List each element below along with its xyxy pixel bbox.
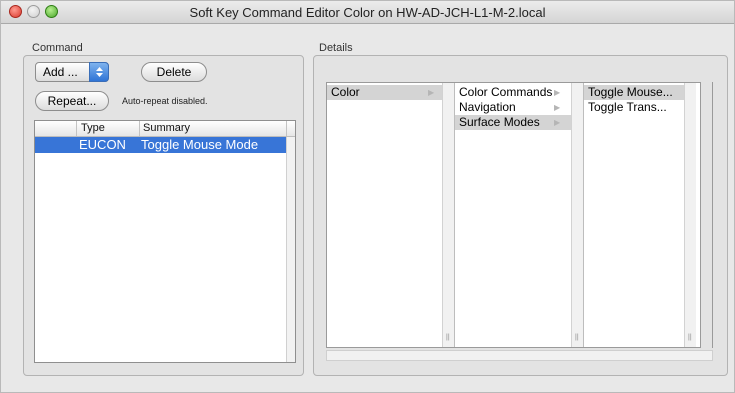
- column-divider: [139, 121, 140, 136]
- column-divider: [286, 121, 287, 136]
- column-header-type[interactable]: Type: [81, 122, 105, 134]
- disclosure-arrow-icon: ▶: [554, 103, 561, 112]
- column-scrollbar[interactable]: ||: [442, 83, 454, 347]
- browser-right-border: [712, 82, 713, 348]
- popup-arrows-icon: [89, 62, 109, 82]
- browser-column-3: Toggle Mouse... Toggle Trans... ||: [584, 83, 700, 347]
- row-summary: Toggle Mouse Mode: [141, 137, 259, 152]
- browser-item-toggle-trans[interactable]: Toggle Trans...: [584, 100, 684, 115]
- browser-horizontal-scrollbar[interactable]: [326, 350, 713, 361]
- column-divider: [76, 121, 77, 136]
- resize-grip-icon[interactable]: ||: [446, 334, 450, 341]
- table-row[interactable]: EUCON Toggle Mouse Mode: [35, 137, 287, 153]
- resize-grip-icon[interactable]: ||: [575, 334, 579, 341]
- browser-item-label: Toggle Mouse...: [588, 85, 673, 99]
- browser-item-surface-modes[interactable]: Surface Modes ▶: [455, 115, 571, 130]
- browser-item-label: Color Commands: [459, 85, 553, 99]
- delete-button[interactable]: Delete: [141, 62, 207, 82]
- browser-item-color-commands[interactable]: Color Commands ▶: [455, 85, 571, 100]
- details-section-label: Details: [319, 42, 353, 54]
- column-scrollbar[interactable]: ||: [571, 83, 583, 347]
- browser-item-toggle-mouse[interactable]: Toggle Mouse...: [584, 85, 684, 100]
- browser-item-navigation[interactable]: Navigation ▶: [455, 100, 571, 115]
- repeat-button[interactable]: Repeat...: [35, 91, 109, 111]
- browser-column-2: Color Commands ▶ Navigation ▶ Surface Mo…: [455, 83, 584, 347]
- add-command-popup[interactable]: Add ...: [35, 62, 109, 82]
- table-header: Type Summary: [35, 121, 295, 137]
- command-section-label: Command: [32, 42, 83, 54]
- editor-window: Soft Key Command Editor Color on HW-AD-J…: [0, 0, 735, 393]
- browser-column-1: Color ▶ ||: [327, 83, 455, 347]
- column-header-summary[interactable]: Summary: [143, 122, 190, 134]
- window-title: Soft Key Command Editor Color on HW-AD-J…: [189, 5, 546, 20]
- browser-item-label: Navigation: [459, 100, 516, 114]
- resize-grip-icon[interactable]: ||: [688, 334, 692, 341]
- disclosure-arrow-icon: ▶: [554, 118, 561, 127]
- command-table[interactable]: Type Summary EUCON Toggle Mouse Mode: [34, 120, 296, 363]
- auto-repeat-status: Auto-repeat disabled.: [122, 96, 208, 106]
- table-scrollbar[interactable]: [286, 137, 295, 362]
- browser-item-label: Toggle Trans...: [588, 100, 667, 114]
- disclosure-arrow-icon: ▶: [554, 88, 561, 97]
- column-browser: Color ▶ || Color Commands ▶ Navigation ▶…: [326, 82, 701, 348]
- browser-item-color[interactable]: Color ▶: [327, 85, 442, 100]
- add-popup-label: Add ...: [43, 65, 78, 79]
- browser-item-label: Surface Modes: [459, 115, 540, 129]
- title-bar[interactable]: Soft Key Command Editor Color on HW-AD-J…: [1, 1, 734, 24]
- browser-item-label: Color: [331, 85, 360, 99]
- column-scrollbar[interactable]: ||: [684, 83, 696, 347]
- disclosure-arrow-icon: ▶: [428, 88, 435, 97]
- row-type: EUCON: [79, 137, 126, 152]
